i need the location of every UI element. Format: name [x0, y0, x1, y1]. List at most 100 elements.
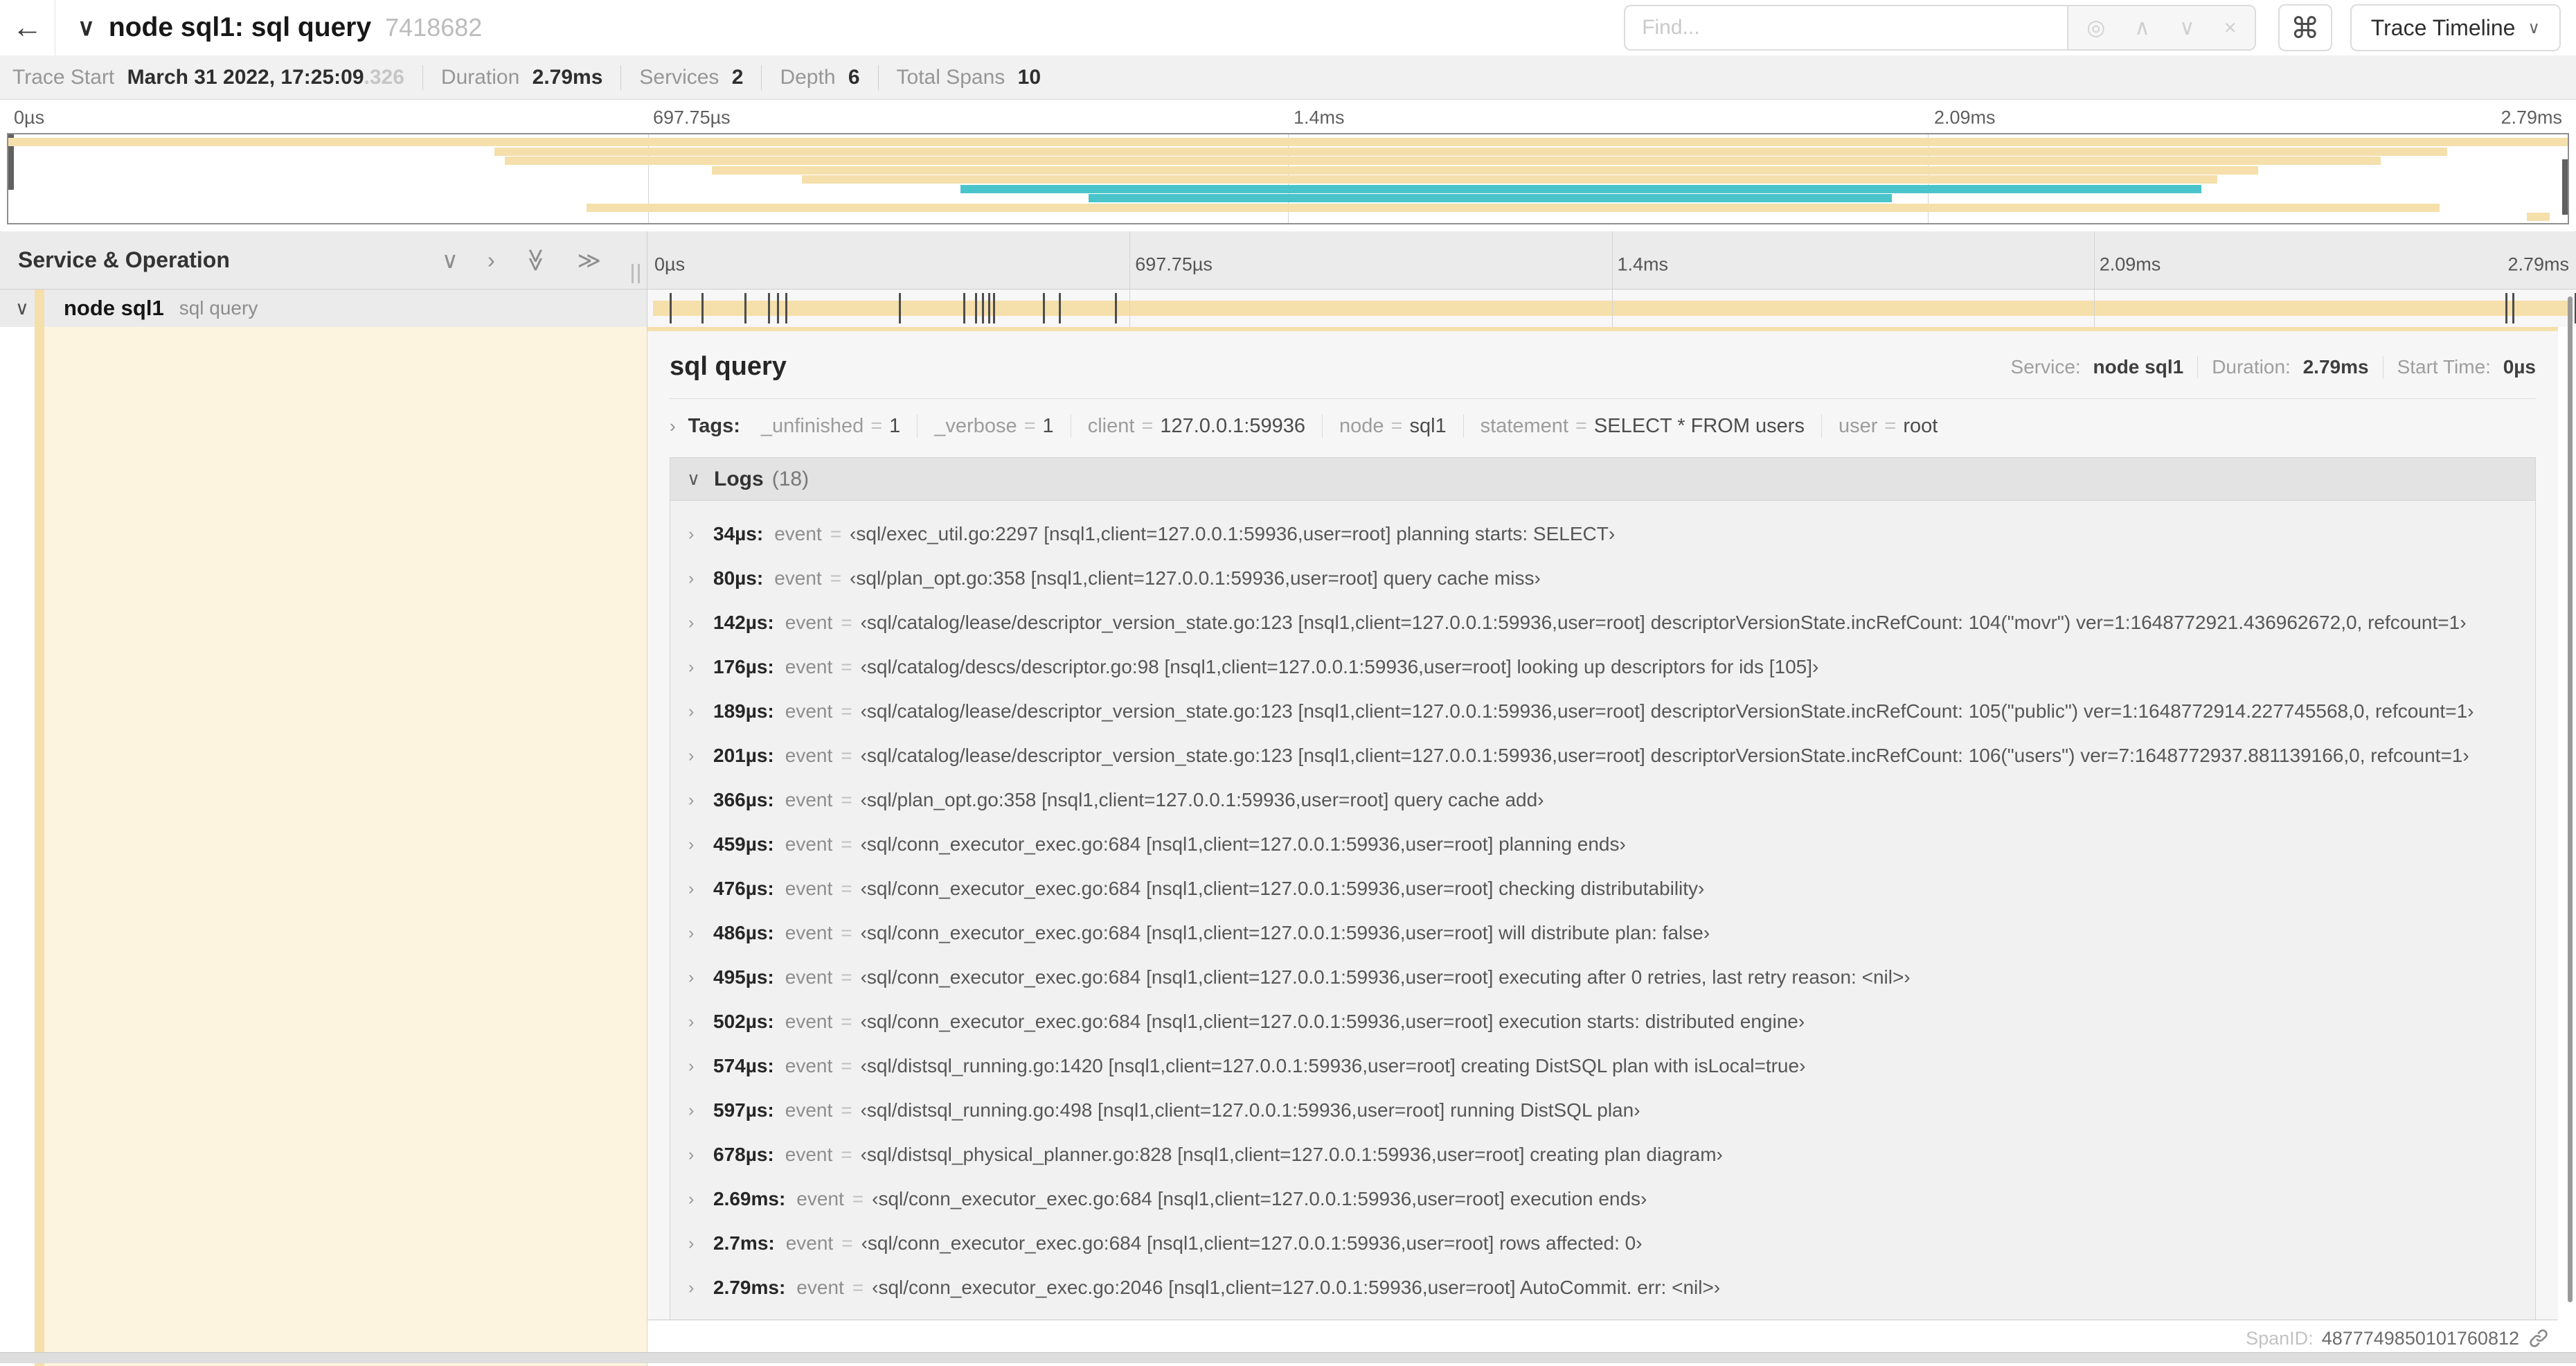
log-entry[interactable]: › 34µs: event = ‹sql/exec_util.go:2297 [… [670, 512, 2535, 556]
log-entry[interactable]: › 176µs: event = ‹sql/catalog/descs/desc… [670, 645, 2535, 689]
log-field-value: ‹sql/conn_executor_exec.go:684 [nsql1,cl… [860, 1011, 1805, 1032]
log-marker [899, 293, 902, 323]
log-entry[interactable]: › 189µs: event = ‹sql/catalog/lease/desc… [670, 689, 2535, 734]
summary-value: March 31 2022, 17:25:09 [127, 65, 364, 89]
tag-value: sql1 [1409, 414, 1447, 437]
find-box: ◎ ∧ ∨ × [1624, 5, 2256, 51]
chevron-right-icon: › [688, 568, 695, 588]
log-field-key: event [785, 1055, 833, 1076]
log-timestamp: 201µs: [713, 745, 774, 766]
service-operation-column-header: Service & Operation ∨ › ≫ ≫ [0, 231, 647, 289]
summary-item: Total Spans 10 [896, 65, 1041, 89]
equals-sign: = [1575, 414, 1587, 437]
copy-link-icon[interactable] [2528, 1327, 2550, 1349]
collapse-one-icon[interactable]: ∨ [442, 247, 458, 274]
log-marker [669, 293, 672, 323]
tick-label: 1.4ms [1617, 254, 1669, 275]
equals-sign: = [841, 833, 852, 855]
log-timestamp: 459µs: [713, 833, 774, 855]
chevron-down-icon[interactable]: ∨ [78, 14, 95, 42]
log-field-key: event [785, 1232, 834, 1254]
chevron-right-icon: › [688, 745, 695, 765]
chevron-right-icon: › [688, 1144, 695, 1164]
log-entry[interactable]: › 574µs: event = ‹sql/distsql_running.go… [670, 1044, 2535, 1088]
timeline-scrollbar-thumb[interactable] [2568, 296, 2573, 1302]
summary-value: 2 [731, 65, 744, 89]
log-entry[interactable]: › 80µs: event = ‹sql/plan_opt.go:358 [ns… [670, 556, 2535, 601]
find-input[interactable] [1624, 5, 2068, 51]
log-entry[interactable]: › 201µs: event = ‹sql/catalog/lease/desc… [670, 734, 2535, 778]
tag-key: _verbose [934, 414, 1017, 437]
logs-accordion-header[interactable]: ∨ Logs (18) [670, 458, 2535, 501]
span-row: ∨ node sql1 sql query [0, 290, 2576, 327]
tag-value: root [1903, 414, 1938, 437]
log-entry[interactable]: › 2.69ms: event = ‹sql/conn_executor_exe… [670, 1177, 2535, 1221]
span-name-cell[interactable]: ∨ node sql1 sql query [0, 290, 647, 327]
log-field-value: ‹sql/catalog/lease/descriptor_version_st… [860, 745, 2469, 766]
find-actions: ◎ ∧ ∨ × [2067, 5, 2256, 51]
log-entry[interactable]: › 459µs: event = ‹sql/conn_executor_exec… [670, 822, 2535, 867]
logs-label: Logs [714, 467, 764, 490]
chevron-down-icon: ∨ [687, 468, 701, 489]
locate-icon[interactable]: ◎ [2086, 15, 2105, 40]
summary-item: Depth 6 [780, 65, 860, 89]
log-marker [776, 293, 779, 323]
log-timestamp: 142µs: [713, 612, 774, 633]
log-timestamp: 476µs: [713, 878, 774, 899]
expand-all-icon[interactable]: ≫ [577, 247, 601, 274]
keyboard-shortcuts-button[interactable]: ⌘ [2278, 4, 2332, 51]
chevron-right-icon: › [688, 612, 695, 632]
trace-view-selector[interactable]: Trace Timeline ∨ [2350, 4, 2561, 51]
collapse-all-icon[interactable]: ≫ [523, 248, 550, 272]
log-entry[interactable]: › 678µs: event = ‹sql/distsql_physical_p… [670, 1133, 2535, 1177]
back-button[interactable]: ← [0, 0, 55, 55]
chevron-right-icon: › [670, 415, 676, 436]
log-entry[interactable]: › 502µs: event = ‹sql/conn_executor_exec… [670, 1000, 2535, 1044]
collapse-children-icon[interactable]: ∨ [15, 298, 29, 319]
logs-list: › 34µs: event = ‹sql/exec_util.go:2297 [… [670, 501, 2535, 1310]
log-field-key: event [785, 1011, 833, 1032]
log-timestamp: 80µs: [713, 567, 764, 589]
log-entry[interactable]: › 597µs: event = ‹sql/distsql_running.go… [670, 1088, 2535, 1133]
tags-accordion[interactable]: › Tags: _unfinished = 1 _verbose = 1 client = 12… [647, 399, 2558, 449]
log-entry[interactable]: › 142µs: event = ‹sql/catalog/lease/desc… [670, 601, 2535, 645]
minimap-right-scrub-handle[interactable] [2562, 159, 2568, 215]
trace-page-header: ← ∨ node sql1: sql query 7418682 ◎ ∧ ∨ ×… [0, 0, 2576, 55]
prev-match-icon[interactable]: ∧ [2134, 15, 2150, 40]
tag-value: SELECT * FROM users [1593, 414, 1805, 437]
trace-title-group[interactable]: ∨ node sql1: sql query 7418682 [78, 12, 482, 43]
logs-count: (18) [771, 467, 810, 490]
clear-search-icon[interactable]: × [2224, 15, 2237, 40]
minimap-canvas[interactable] [7, 133, 2569, 224]
column-resize-handle[interactable] [632, 264, 640, 283]
log-timestamp: 366µs: [713, 789, 774, 810]
log-field-value: ‹sql/exec_util.go:2297 [nsql1,client=127… [850, 523, 1616, 544]
log-entry[interactable]: › 486µs: event = ‹sql/conn_executor_exec… [670, 911, 2535, 955]
overview-value: 0µs [2503, 355, 2536, 378]
summary-value: 2.79ms [532, 65, 603, 89]
divider [2197, 355, 2199, 378]
log-field-key: event [796, 1277, 844, 1298]
span-timeline-cell[interactable] [647, 290, 2576, 327]
span-id-value: 4877749850101760812 [2321, 1327, 2519, 1349]
expand-one-icon[interactable]: › [488, 247, 495, 274]
log-field-value: ‹sql/conn_executor_exec.go:2046 [nsql1,c… [872, 1277, 1721, 1298]
overview-value: node sql1 [2093, 355, 2184, 378]
overview-item: Duration: 2.79ms [2212, 355, 2369, 378]
log-entry[interactable]: › 2.7ms: event = ‹sql/conn_executor_exec… [670, 1221, 2535, 1266]
log-entry[interactable]: › 366µs: event = ‹sql/plan_opt.go:358 [n… [670, 778, 2535, 822]
log-entry[interactable]: › 476µs: event = ‹sql/conn_executor_exec… [670, 867, 2535, 911]
span-detail-title: sql query [670, 352, 787, 381]
log-entry[interactable]: › 2.79ms: event = ‹sql/conn_executor_exe… [670, 1266, 2535, 1310]
divider [1463, 414, 1464, 438]
span-operation-name: sql query [179, 297, 258, 319]
next-match-icon[interactable]: ∨ [2179, 15, 2195, 40]
log-marker [975, 293, 978, 323]
equals-sign: = [1884, 414, 1897, 437]
span-id-label: SpanID: [2246, 1327, 2314, 1349]
trace-title: node sql1: sql query [108, 12, 372, 42]
log-timestamp: 495µs: [713, 966, 774, 988]
log-entry[interactable]: › 495µs: event = ‹sql/conn_executor_exec… [670, 955, 2535, 1000]
horizontal-scrollbar-track[interactable] [0, 1352, 2576, 1363]
minimap-span [587, 203, 2440, 212]
